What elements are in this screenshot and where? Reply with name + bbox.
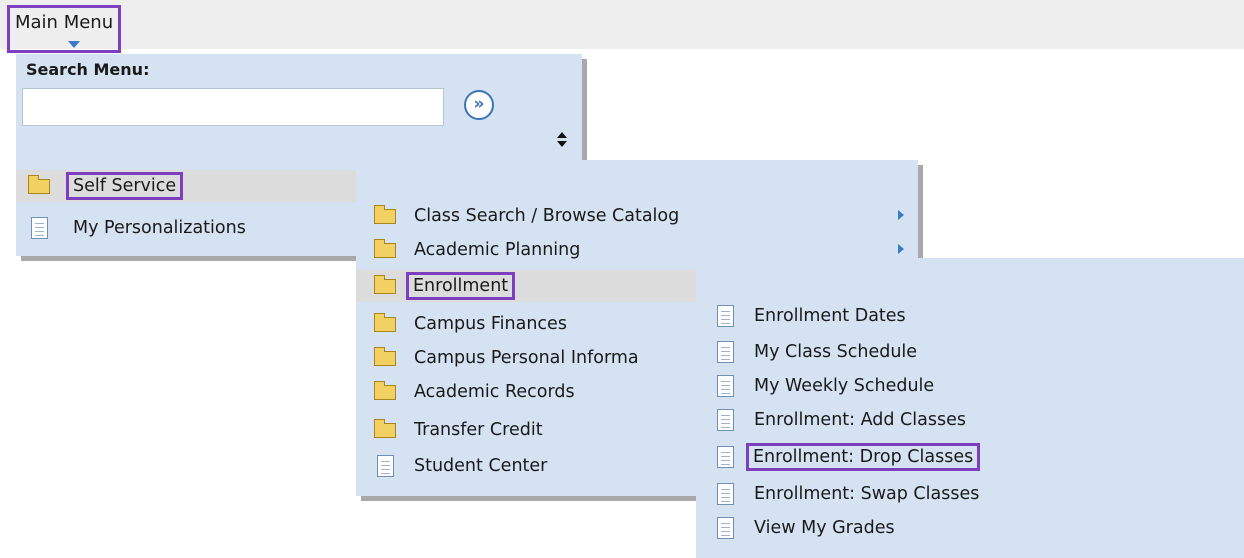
page-icon — [712, 517, 738, 539]
sort-icon[interactable] — [556, 132, 568, 148]
menu-item-class-search[interactable]: Class Search / Browse Catalog — [372, 200, 912, 232]
dropdown-arrow-icon — [68, 41, 80, 48]
menu-item-student-center[interactable]: Student Center — [372, 450, 702, 482]
folder-icon — [372, 274, 398, 294]
menu-item-label: My Personalizations — [73, 218, 246, 238]
menu-item-enrollment-drop-classes[interactable]: Enrollment: Drop Classes — [712, 441, 1232, 473]
menu-item-my-personalizations[interactable]: My Personalizations — [16, 212, 356, 244]
menu-item-campus-finances[interactable]: Campus Finances — [372, 308, 702, 340]
folder-icon — [372, 238, 398, 258]
submenu-arrow-icon — [898, 210, 904, 220]
page-icon — [712, 409, 738, 431]
page-icon — [712, 375, 738, 397]
menu-item-self-service[interactable]: Self Service — [16, 170, 356, 202]
page-icon — [712, 446, 738, 468]
search-menu-input[interactable] — [22, 88, 444, 126]
menu-item-view-my-grades[interactable]: View My Grades — [712, 512, 1232, 544]
folder-icon — [372, 312, 398, 332]
menu-item-label: My Class Schedule — [754, 342, 918, 362]
top-bar — [0, 0, 1244, 49]
folder-icon — [372, 204, 398, 224]
menu-item-enrollment-dates[interactable]: Enrollment Dates — [712, 300, 1232, 332]
menu-item-enrollment-swap-classes[interactable]: Enrollment: Swap Classes — [712, 478, 1232, 510]
folder-icon — [26, 174, 52, 194]
main-menu-label: Main Menu — [15, 12, 114, 33]
menu-item-label: Enrollment Dates — [754, 306, 906, 326]
menu-item-label: Class Search / Browse Catalog — [414, 206, 680, 226]
page-icon — [26, 217, 52, 239]
search-go-button[interactable]: » — [464, 90, 494, 120]
submenu-arrow-icon — [898, 244, 904, 254]
menu-item-my-weekly-schedule[interactable]: My Weekly Schedule — [712, 370, 1232, 402]
main-menu-button[interactable]: Main Menu — [7, 5, 122, 53]
menu-item-label: Enrollment: Add Classes — [754, 410, 966, 430]
menu-item-enrollment[interactable]: Enrollment — [356, 270, 696, 302]
menu-item-label: View My Grades — [754, 518, 895, 538]
search-menu-label: Search Menu: — [26, 60, 150, 79]
menu-item-label: Enrollment: Swap Classes — [754, 484, 980, 504]
menu-item-label: Academic Planning — [414, 240, 581, 260]
page-icon — [712, 341, 738, 363]
page-icon — [712, 483, 738, 505]
menu-item-transfer-credit[interactable]: Transfer Credit — [372, 414, 702, 446]
page-icon — [372, 455, 398, 477]
menu-item-label: Transfer Credit — [414, 420, 543, 440]
menu-item-label: Campus Finances — [414, 314, 567, 334]
folder-icon — [372, 346, 398, 366]
menu-item-academic-records[interactable]: Academic Records — [372, 376, 702, 408]
folder-icon — [372, 418, 398, 438]
menu-item-campus-personal-information[interactable]: Campus Personal Informa — [372, 342, 702, 374]
menu-item-enrollment-add-classes[interactable]: Enrollment: Add Classes — [712, 404, 1232, 436]
menu-item-label: Self Service — [66, 172, 184, 200]
menu-item-my-class-schedule[interactable]: My Class Schedule — [712, 336, 1232, 368]
menu-item-label: Enrollment: Drop Classes — [746, 443, 981, 471]
menu-item-label: Academic Records — [414, 382, 575, 402]
enrollment-submenu: Enrollment Dates My Class Schedule My We… — [696, 258, 1244, 558]
page-icon — [712, 305, 738, 327]
menu-item-label: Enrollment — [406, 272, 516, 300]
menu-item-label: Campus Personal Informa — [414, 348, 639, 368]
menu-item-label: My Weekly Schedule — [754, 376, 935, 396]
folder-icon — [372, 380, 398, 400]
menu-item-label: Student Center — [414, 456, 548, 476]
